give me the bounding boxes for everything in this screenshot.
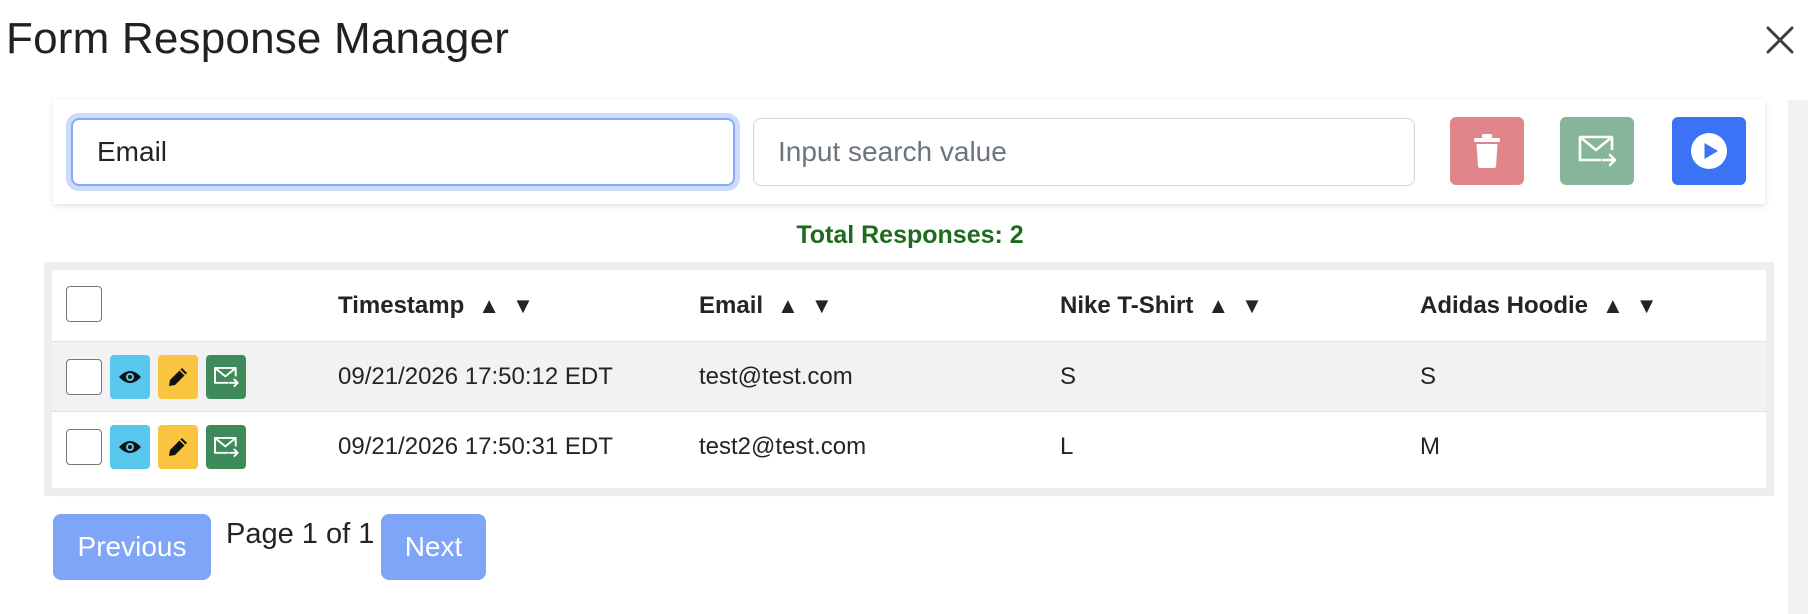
scrollbar[interactable] — [1788, 100, 1808, 614]
play-circle-icon — [1691, 133, 1727, 169]
edit-button[interactable] — [158, 354, 198, 399]
search-input[interactable] — [753, 118, 1415, 186]
row-actions — [66, 412, 246, 482]
view-button[interactable] — [110, 354, 150, 399]
search-field-select[interactable]: Email — [71, 118, 735, 186]
send-all-button[interactable] — [1560, 117, 1634, 185]
table-header-row: Timestamp ▲ ▼ Email ▲ ▼ Nike T-Shirt ▲ ▼… — [52, 270, 1766, 342]
mail-forward-icon — [214, 366, 239, 387]
sort-desc-button[interactable]: ▼ — [512, 293, 534, 319]
sort-controls: ▲ ▼ — [1207, 293, 1263, 319]
sort-desc-button[interactable]: ▼ — [1636, 293, 1658, 319]
cell-timestamp: 09/21/2026 17:50:31 EDT — [338, 433, 613, 460]
column-label: Adidas Hoodie — [1420, 291, 1589, 319]
sort-asc-button[interactable]: ▲ — [1602, 293, 1624, 319]
row-checkbox[interactable] — [66, 429, 102, 465]
sort-controls: ▲ ▼ — [777, 293, 833, 319]
total-responses: Total Responses: 2 — [796, 221, 1024, 249]
row-checkbox[interactable] — [66, 358, 102, 395]
column-header-email: Email ▲ ▼ — [699, 270, 833, 341]
sort-controls: ▲ ▼ — [478, 293, 534, 319]
column-label: Nike T-Shirt — [1060, 291, 1194, 319]
trash-icon — [1474, 134, 1500, 168]
previous-page-button[interactable]: Previous — [53, 514, 211, 580]
next-page-button[interactable]: Next — [381, 514, 486, 580]
eye-icon — [119, 441, 141, 453]
column-header-nike-tshirt: Nike T-Shirt ▲ ▼ — [1060, 270, 1263, 341]
cell-nike-tshirt: S — [1060, 362, 1077, 390]
close-icon — [1766, 26, 1794, 54]
close-button[interactable] — [1758, 18, 1802, 62]
sort-asc-button[interactable]: ▲ — [777, 293, 799, 319]
pencil-icon — [169, 438, 187, 456]
row-actions — [66, 342, 246, 411]
cell-email: test@test.com — [699, 362, 853, 390]
mail-button[interactable] — [206, 354, 246, 399]
sort-desc-button[interactable]: ▼ — [811, 293, 833, 319]
mail-forward-icon — [214, 436, 239, 458]
sort-desc-button[interactable]: ▼ — [1241, 293, 1263, 319]
run-button[interactable] — [1672, 117, 1746, 185]
table-row: 09/21/2026 17:50:31 EDT test2@test.com L… — [52, 412, 1766, 482]
column-header-timestamp: Timestamp ▲ ▼ — [338, 270, 534, 341]
sort-asc-button[interactable]: ▲ — [478, 293, 500, 319]
eye-icon — [119, 370, 141, 383]
cell-timestamp: 09/21/2026 17:50:12 EDT — [338, 362, 613, 390]
select-all-cell — [66, 270, 102, 341]
search-toolbar: Email — [53, 100, 1765, 204]
responses-table: Timestamp ▲ ▼ Email ▲ ▼ Nike T-Shirt ▲ ▼… — [52, 270, 1766, 488]
mail-button[interactable] — [206, 425, 246, 469]
pencil-icon — [169, 367, 187, 386]
cell-email: test2@test.com — [699, 433, 867, 460]
mail-forward-icon — [1578, 135, 1617, 167]
select-all-checkbox[interactable] — [66, 286, 102, 322]
column-header-adidas-hoodie: Adidas Hoodie ▲ ▼ — [1420, 270, 1658, 341]
column-label: Timestamp — [338, 291, 465, 319]
edit-button[interactable] — [158, 425, 198, 469]
column-label: Email — [699, 291, 764, 319]
sort-asc-button[interactable]: ▲ — [1207, 293, 1229, 319]
cell-adidas-hoodie: S — [1420, 362, 1437, 390]
page-info: Page 1 of 1 — [226, 518, 375, 550]
dialog-title: Form Response Manager — [6, 14, 510, 63]
delete-button[interactable] — [1450, 117, 1524, 185]
sort-controls: ▲ ▼ — [1602, 293, 1658, 319]
cell-nike-tshirt: L — [1060, 433, 1074, 460]
view-button[interactable] — [110, 425, 150, 469]
table-row: 09/21/2026 17:50:12 EDT test@test.com S … — [52, 342, 1766, 412]
cell-adidas-hoodie: M — [1420, 433, 1440, 460]
